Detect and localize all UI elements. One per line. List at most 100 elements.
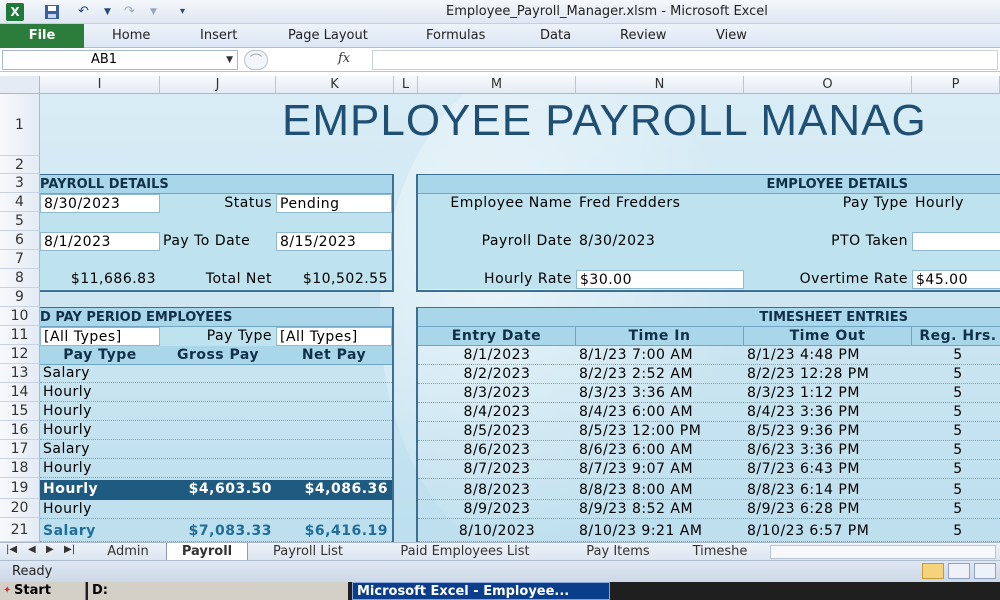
table-row[interactable]: Hourly (40, 459, 392, 478)
column-reg-hrs[interactable]: Reg. Hrs. (912, 327, 1000, 346)
row-header-6[interactable]: 6 (0, 231, 40, 250)
tab-data[interactable]: Data (540, 28, 571, 43)
hourly-rate-value[interactable]: $30.00 (576, 270, 744, 289)
row-header-5[interactable]: 5 (0, 212, 40, 231)
table-row[interactable]: 8/3/2023 8/3/23 3:36 AM 8/3/23 1:12 PM 5 (418, 384, 1000, 403)
column-time-in[interactable]: Time In (576, 327, 744, 346)
table-row[interactable]: Salary $7,083.33 $6,416.19 (40, 520, 392, 542)
table-row[interactable]: Salary (40, 364, 392, 383)
row-header-2[interactable]: 2 (0, 156, 40, 174)
sheet-tab-payroll[interactable]: Payroll (166, 543, 248, 560)
column-time-out[interactable]: Time Out (744, 327, 912, 346)
row-header-11[interactable]: 11 (0, 326, 40, 345)
pay-to-date-value[interactable]: 8/15/2023 (276, 232, 392, 251)
column-header-i[interactable]: I (40, 76, 160, 94)
column-header-p[interactable]: P (912, 76, 1000, 94)
row-header-19[interactable]: 19 (0, 478, 40, 499)
next-sheet-icon[interactable]: ▶ (46, 544, 54, 555)
payroll-date-value[interactable]: 8/30/2023 (576, 232, 744, 251)
row-header-15[interactable]: 15 (0, 402, 40, 421)
overtime-rate-value[interactable]: $45.00 (912, 270, 1000, 289)
formula-input[interactable] (372, 50, 998, 70)
status-value[interactable]: Pending (276, 194, 392, 213)
row-header-12[interactable]: 12 (0, 345, 40, 364)
sheet-tab-paid-employees-list[interactable]: Paid Employees List (380, 543, 550, 560)
tab-page-layout[interactable]: Page Layout (288, 28, 368, 43)
table-row-selected[interactable]: Hourly $4,603.50 $4,086.36 (40, 480, 392, 500)
table-row[interactable]: Hourly (40, 383, 392, 402)
table-row[interactable]: 8/7/2023 8/7/23 9:07 AM 8/7/23 6:43 PM 5 (418, 460, 1000, 479)
row-header-20[interactable]: 20 (0, 499, 40, 518)
row-header-16[interactable]: 16 (0, 421, 40, 440)
page-break-view-icon[interactable] (974, 563, 996, 579)
row-header-1[interactable]: 1 (0, 94, 40, 156)
excel-app-icon[interactable]: X (6, 3, 24, 21)
start-button[interactable]: Start (0, 582, 86, 600)
table-row[interactable]: 8/6/2023 8/6/23 6:00 AM 8/6/23 3:36 PM 5 (418, 441, 1000, 460)
normal-view-icon[interactable] (922, 563, 944, 579)
row-header-3[interactable]: 3 (0, 174, 40, 193)
save-icon[interactable] (44, 4, 60, 20)
table-row[interactable]: 8/2/2023 8/2/23 2:52 AM 8/2/23 12:28 PM … (418, 365, 1000, 384)
prev-sheet-icon[interactable]: ◀ (28, 544, 36, 555)
row-header-14[interactable]: 14 (0, 383, 40, 402)
column-net-pay[interactable]: Net Pay (276, 346, 392, 365)
row-header-7[interactable]: 7 (0, 250, 40, 269)
row-header-18[interactable]: 18 (0, 459, 40, 478)
pay-period-filter-left[interactable]: [All Types] (40, 327, 160, 346)
taskbar-excel-window[interactable]: Microsoft Excel - Employee... (352, 582, 610, 600)
column-header-k[interactable]: K (276, 76, 394, 94)
tab-insert[interactable]: Insert (200, 28, 237, 43)
table-row[interactable]: 8/9/2023 8/9/23 8:52 AM 8/9/23 6:28 PM 5 (418, 500, 1000, 519)
name-box[interactable]: AB1 ▼ (2, 50, 238, 70)
sheet-tab-pay-items[interactable]: Pay Items (570, 543, 666, 560)
table-row[interactable]: Hourly (40, 500, 392, 519)
tab-home[interactable]: Home (112, 28, 150, 43)
horizontal-scrollbar[interactable] (770, 545, 996, 559)
redo-icon[interactable]: ↷ (124, 4, 135, 20)
row-header-10[interactable]: 10 (0, 307, 40, 326)
column-header-n[interactable]: N (576, 76, 744, 94)
last-sheet-icon[interactable]: ▶| (64, 544, 75, 555)
formula-expand-icon[interactable]: ⌒ (244, 50, 268, 70)
row-header-9[interactable]: 9 (0, 288, 40, 307)
first-sheet-icon[interactable]: |◀ (6, 544, 17, 555)
page-layout-view-icon[interactable] (948, 563, 970, 579)
tab-review[interactable]: Review (620, 28, 666, 43)
sheet-tab-admin[interactable]: Admin (96, 543, 160, 560)
tab-view[interactable]: View (716, 28, 747, 43)
pto-taken-value[interactable] (912, 232, 1000, 251)
undo-dropdown-icon[interactable]: ▼ (104, 4, 111, 20)
redo-dropdown-icon[interactable]: ▼ (150, 4, 157, 20)
undo-icon[interactable]: ↶ (78, 4, 89, 20)
column-gross-pay[interactable]: Gross Pay (160, 346, 276, 365)
column-header-j[interactable]: J (160, 76, 276, 94)
column-entry-date[interactable]: Entry Date (418, 327, 576, 346)
table-row[interactable]: 8/4/2023 8/4/23 6:00 AM 8/4/23 3:36 PM 5 (418, 403, 1000, 422)
employee-name-value[interactable]: Fred Fredders (576, 194, 744, 213)
sheet-tab-timesheet[interactable]: Timeshe (684, 543, 756, 560)
name-box-dropdown-icon[interactable]: ▼ (226, 51, 233, 69)
table-row[interactable]: 8/8/2023 8/8/23 8:00 AM 8/8/23 6:14 PM 5 (418, 480, 1000, 500)
table-row[interactable]: 8/1/2023 8/1/23 7:00 AM 8/1/23 4:48 PM 5 (418, 346, 1000, 365)
select-all-corner[interactable] (0, 76, 40, 94)
sheet-tab-payroll-list[interactable]: Payroll List (256, 543, 360, 560)
table-row[interactable]: Salary (40, 440, 392, 459)
pay-type-value[interactable]: Hourly (912, 194, 1000, 213)
table-row[interactable]: 8/10/2023 8/10/23 9:21 AM 8/10/23 6:57 P… (418, 520, 1000, 542)
table-row[interactable]: 8/5/2023 8/5/23 12:00 PM 8/5/23 9:36 PM … (418, 422, 1000, 441)
row-header-8[interactable]: 8 (0, 269, 40, 288)
drive-label[interactable]: D: (88, 582, 348, 600)
pay-from-date[interactable]: 8/1/2023 (40, 232, 160, 251)
table-row[interactable]: Hourly (40, 402, 392, 421)
table-row[interactable]: Hourly (40, 421, 392, 440)
column-header-l[interactable]: L (394, 76, 418, 94)
row-header-17[interactable]: 17 (0, 440, 40, 459)
tab-file[interactable]: File (0, 24, 84, 48)
row-header-21[interactable]: 21 (0, 518, 40, 542)
column-header-m[interactable]: M (418, 76, 576, 94)
payroll-start-date[interactable]: 8/30/2023 (40, 194, 160, 213)
customize-toolbar-icon[interactable]: ▾ (180, 4, 185, 20)
column-pay-type[interactable]: Pay Type (40, 346, 160, 365)
insert-function-icon[interactable]: fx (338, 51, 350, 66)
